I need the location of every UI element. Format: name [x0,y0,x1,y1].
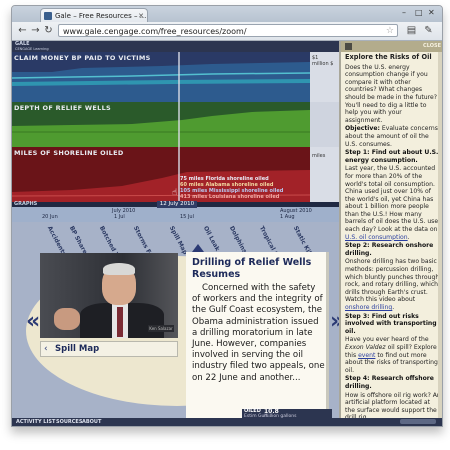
band-label-wells: DEPTH OF RELIEF WELLS [14,104,111,112]
book-icon [345,43,352,50]
exxon-valdez-text: Exxon Valdez [345,343,386,351]
onshore-drilling-link[interactable]: onshore drilling [345,304,392,311]
tick-20-jun: 20 Jun [42,214,58,220]
page-menu-icon[interactable]: ▤ [405,24,418,37]
feature-card: Drilling of Relief Wells Resumes Concern… [186,252,329,426]
close-button[interactable]: CLOSE [423,43,441,49]
main-visualization: GALE CENGAGE Learning CLAIM MONEY BP PAI… [12,41,339,426]
photo-nameplate: Ken Salazar [148,325,174,332]
close-tab-icon[interactable]: ✕ [138,9,144,22]
feature-photo[interactable]: Ken Salazar [40,253,178,338]
step1-label: Step 1: Find out about U.S. energy consu… [345,149,439,164]
url-text: www.gale.cengage.com/free_resources/zoom… [63,27,247,36]
prev-arrow-icon[interactable]: « [26,311,40,333]
scale-shoreline-unit: miles [312,153,326,159]
browser-window: Gale – Free Resources – ... ✕ – □ ✕ ← → … [11,5,443,427]
step3-label: Step 3: Find out risks involved with tra… [345,312,437,335]
us-oil-consumption-link[interactable]: U.S. oil consumption [345,234,408,241]
current-date[interactable]: 12 July 2010 [157,201,197,208]
next-arrow-icon[interactable]: » [330,311,339,333]
zoom-slider[interactable] [400,419,436,424]
reload-icon[interactable]: ↻ [42,24,55,37]
event-oil-leak[interactable]: Oil Leak [202,225,221,252]
step2-label: Step 2: Research onshore drilling. [345,242,434,257]
step4-body: How is offshore oil rig work? An artific… [345,391,441,418]
gale-app: GALE CENGAGE Learning CLAIM MONEY BP PAI… [12,41,442,426]
photo-hand [54,308,80,330]
photo-tie [117,307,123,337]
forward-icon[interactable]: → [29,24,42,37]
sidepanel-content: Explore the Risks of Oil Does the U.S. e… [345,53,441,418]
step2-text: Onshore drilling has two basic methods: … [345,258,440,304]
objective-label: Objective: [345,125,380,133]
legend-louisiana: 413 miles Louisiana shoreline oiled [180,194,280,200]
browser-toolbar: ← → ↻ www.gale.cengage.com/free_resource… [12,22,442,41]
spill-map-link[interactable]: ‹ Spill Map [40,341,178,357]
feature-body: Concerned with the safety of workers and… [192,283,325,383]
step2-heading: Step 2: Research onshore drilling. [345,242,441,257]
tick-1-jul: 1 Jul [114,214,125,220]
step3-text-a: Have you ever heard of the [345,336,429,344]
timeline-chart[interactable]: CLAIM MONEY BP PAID TO VICTIMS DEPTH OF … [12,52,339,202]
app-footer: ACTIVITY LIST SOURCES ABOUT [12,418,442,426]
graphs-toggle[interactable]: GRAPHS [14,201,37,207]
address-bar[interactable]: www.gale.cengage.com/free_resources/zoom… [58,24,398,37]
step3-heading: Step 3: Find out risks involved with tra… [345,313,441,336]
activity-sidepanel: CLOSE Explore the Risks of Oil Does the … [339,41,442,418]
favicon-icon [44,12,52,20]
tab-title: Gale – Free Resources – ... [55,12,147,20]
step4-heading: Step 4: Research offshore drilling. [345,375,441,390]
tick-1-aug: 1 Aug [280,214,295,220]
card-pointer [192,244,204,252]
step3-body: Have you ever heard of the Exxon Valdez … [345,336,441,374]
sources-link[interactable]: SOURCES [56,418,82,426]
bookmark-star-icon[interactable]: ☆ [386,25,394,38]
band-label-claims: CLAIM MONEY BP PAID TO VICTIMS [14,54,151,62]
spill-map-label: Spill Map [55,344,100,354]
mouse-cursor-icon: ☝ [172,188,178,198]
chevron-left-icon: ‹ [44,344,48,354]
timeline-scrubber[interactable]: GRAPHS July 2010 12 July 2010 August 201… [12,201,339,222]
tick-15-jul: 15 Jul [180,214,194,220]
close-window-icon[interactable]: ✕ [428,8,435,17]
about-link[interactable]: ABOUT [82,418,101,426]
event-dolphins[interactable]: Dolphins [228,225,248,254]
step2-body: Onshore drilling has two basic methods: … [345,258,440,311]
feature-title: Drilling of Relief Wells Resumes [192,257,312,280]
app-header: GALE CENGAGE Learning [12,41,339,52]
sidepanel-intro: Does the U.S. energy consumption change … [345,63,437,124]
back-icon[interactable]: ← [16,24,29,37]
browser-tab[interactable]: Gale – Free Resources – ... ✕ [40,8,148,22]
photo-hair [103,263,135,275]
wrench-icon[interactable]: ✎ [422,24,435,37]
event-link[interactable]: event [358,352,375,359]
scale-claims-unit: million $ [312,61,334,67]
minimize-icon[interactable]: – [402,8,406,17]
sidepanel-scrollbar[interactable] [438,52,442,418]
chart-svg [12,52,311,202]
step1-text: Last year, the U.S. accounted for more t… [345,165,439,234]
step4-label: Step 4: Research offshore drilling. [345,375,434,390]
sidepanel-header: CLOSE [341,41,442,52]
band-label-shoreline: MILES OF SHORELINE OILED [14,149,124,157]
tab-strip: Gale – Free Resources – ... ✕ – □ ✕ [12,6,442,22]
step1-heading: Step 1: Find out about U.S. energy consu… [345,149,441,164]
gale-logo: GALE CENGAGE Learning [15,42,49,52]
scale-wells [310,102,339,147]
step1-body: Last year, the U.S. accounted for more t… [345,165,439,241]
sidepanel-heading: Explore the Risks of Oil [345,53,432,61]
sidepanel-objective: Objective: Evaluate concerns about the a… [345,125,441,148]
maximize-icon[interactable]: □ [415,8,423,17]
activity-list-link[interactable]: ACTIVITY LIST [16,418,55,426]
